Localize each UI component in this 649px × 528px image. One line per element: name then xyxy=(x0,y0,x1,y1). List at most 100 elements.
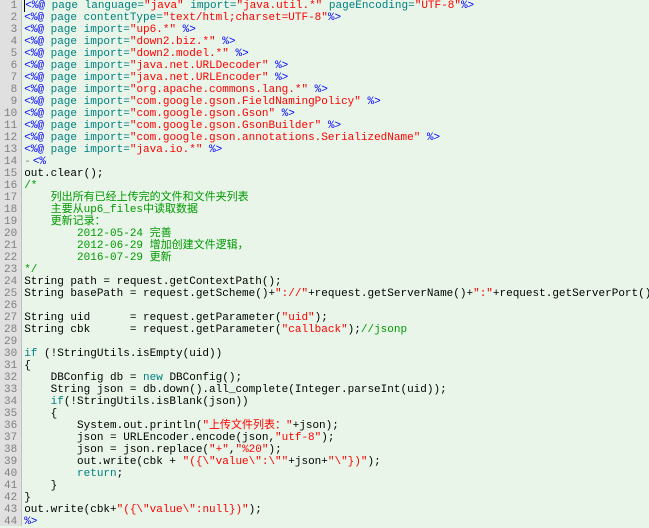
code-line[interactable]: String cbk = request.getParameter("callb… xyxy=(24,324,649,336)
line-number: 37 xyxy=(4,432,17,444)
code-line[interactable]: <%@ page import="com.google.gson.FieldNa… xyxy=(24,96,649,108)
line-number: 39 xyxy=(4,456,17,468)
code-editor: 1234567891011121314151617181920212223242… xyxy=(0,0,649,526)
code-line[interactable] xyxy=(24,336,649,348)
code-line[interactable]: out.clear(); xyxy=(24,168,649,180)
token: System.out.println( xyxy=(24,420,202,432)
code-line[interactable]: 主要从up6_files中读取数据 xyxy=(24,204,649,216)
code-line[interactable]: String json = db.down().all_complete(Int… xyxy=(24,384,649,396)
token: ); xyxy=(249,504,262,516)
code-line[interactable]: { xyxy=(24,408,649,420)
token: if xyxy=(24,348,37,360)
code-line[interactable]: out.write(cbk+"({\"value\":null})"); xyxy=(24,504,649,516)
line-number: 19 xyxy=(4,216,17,228)
line-number: 1 xyxy=(4,0,17,12)
token: import= xyxy=(84,60,130,72)
line-number: 11 xyxy=(4,120,17,132)
token: "java.net.URLDecoder" xyxy=(130,60,269,72)
code-line[interactable]: return; xyxy=(24,468,649,480)
token: <% xyxy=(33,156,46,168)
token: String basePath = request.getScheme()+ xyxy=(24,288,275,300)
token: <%@ xyxy=(24,84,50,96)
code-line[interactable]: <%@ page contentType="text/html;charset=… xyxy=(24,12,649,24)
token: contentType= xyxy=(84,12,163,24)
token: %> xyxy=(229,48,249,60)
code-line[interactable] xyxy=(24,300,649,312)
line-number: 26 xyxy=(4,300,17,312)
token: %> xyxy=(216,36,236,48)
code-line[interactable]: <%@ page import="com.google.gson.annotat… xyxy=(24,132,649,144)
token: %> xyxy=(308,84,328,96)
token: new xyxy=(143,372,163,384)
code-line[interactable]: String uid = request.getParameter("uid")… xyxy=(24,312,649,324)
line-number: 16 xyxy=(4,180,17,192)
token: "com.google.gson.Gson" xyxy=(130,108,275,120)
code-line[interactable]: } xyxy=(24,492,649,504)
line-gutter: 1234567891011121314151617181920212223242… xyxy=(0,0,22,526)
code-line[interactable]: if (!StringUtils.isEmpty(uid)) xyxy=(24,348,649,360)
code-line[interactable]: json = URLEncoder.encode(json,"utf-8"); xyxy=(24,432,649,444)
code-line[interactable]: <%@ page import="com.google.gson.GsonBui… xyxy=(24,120,649,132)
code-line[interactable]: -<% xyxy=(24,156,649,168)
line-number: 8 xyxy=(4,84,17,96)
token: page xyxy=(51,60,84,72)
code-line[interactable]: <%@ page import="com.google.gson.Gson" %… xyxy=(24,108,649,120)
line-number: 36 xyxy=(4,420,17,432)
code-line[interactable]: String basePath = request.getScheme()+":… xyxy=(24,288,649,300)
line-number: 44 xyxy=(4,516,17,528)
code-line[interactable]: <%@ page import="java.net.URLDecoder" %> xyxy=(24,60,649,72)
code-line[interactable]: json = json.replace("+","%20"); xyxy=(24,444,649,456)
code-line[interactable]: <%@ page import="java.net.URLEncoder" %> xyxy=(24,72,649,84)
code-line[interactable]: String path = request.getContextPath(); xyxy=(24,276,649,288)
code-line[interactable]: if(!StringUtils.isBlank(json)) xyxy=(24,396,649,408)
code-line[interactable]: out.write(cbk + "({\"value\":\""+json+"\… xyxy=(24,456,649,468)
code-line[interactable]: DBConfig db = new DBConfig(); xyxy=(24,372,649,384)
token: ); xyxy=(348,324,361,336)
token: "java.util.*" xyxy=(236,0,322,12)
code-line[interactable]: <%@ page import="org.apache.commons.lang… xyxy=(24,84,649,96)
token: import= xyxy=(84,132,130,144)
code-line[interactable]: 列出所有已经上传完的文件和文件夹列表 xyxy=(24,192,649,204)
code-line[interactable]: 2012-05-24 完善 xyxy=(24,228,649,240)
token: <%@ xyxy=(24,96,50,108)
token: "com.google.gson.FieldNamingPolicy" xyxy=(130,96,361,108)
line-number: 4 xyxy=(4,36,17,48)
code-line[interactable]: 2016-07-29 更新 xyxy=(24,252,649,264)
token: "text/html;charset=UTF-8" xyxy=(163,12,328,24)
token: String json = db.down().all_complete(Int… xyxy=(24,384,446,396)
code-line[interactable]: } xyxy=(24,480,649,492)
token: <%@ xyxy=(24,48,50,60)
code-line[interactable]: 2012-06-29 增加创建文件逻辑， xyxy=(24,240,649,252)
line-number: 5 xyxy=(4,48,17,60)
token: json = json.replace( xyxy=(24,444,209,456)
token: +request.getServerPort()+path+ xyxy=(493,288,649,300)
code-line[interactable]: { xyxy=(24,360,649,372)
token: import= xyxy=(84,36,130,48)
code-line[interactable]: 更新记录： xyxy=(24,216,649,228)
code-line[interactable]: %> xyxy=(24,516,649,526)
token: "java.net.URLEncoder" xyxy=(130,72,269,84)
token: <%@ xyxy=(24,144,50,156)
token: page xyxy=(51,48,84,60)
token: "down2.model.*" xyxy=(130,48,229,60)
code-line[interactable]: <%@ page import="java.io.*" %> xyxy=(24,144,649,156)
code-line[interactable]: <%@ page import="down2.model.*" %> xyxy=(24,48,649,60)
code-area[interactable]: <%@ page language="java" import="java.ut… xyxy=(22,0,649,526)
fold-icon[interactable]: - xyxy=(24,156,31,168)
token: 更新记录： xyxy=(24,216,105,228)
token: String uid = request.getParameter( xyxy=(24,312,281,324)
token: "uid" xyxy=(282,312,315,324)
token: "%20" xyxy=(235,444,268,456)
token: <%@ xyxy=(24,0,51,12)
token: json = URLEncoder.encode(json, xyxy=(24,432,275,444)
code-line[interactable]: /* xyxy=(24,180,649,192)
code-line[interactable]: <%@ page language="java" import="java.ut… xyxy=(24,0,649,12)
code-line[interactable]: <%@ page import="down2.biz.*" %> xyxy=(24,36,649,48)
token: +json+ xyxy=(288,456,328,468)
token: pageEncoding= xyxy=(322,0,414,12)
code-line[interactable]: <%@ page import="up6.*" %> xyxy=(24,24,649,36)
token: page xyxy=(51,84,84,96)
line-number: 38 xyxy=(4,444,17,456)
code-line[interactable]: System.out.println("上传文件列表："+json); xyxy=(24,420,649,432)
code-line[interactable]: */ xyxy=(24,264,649,276)
